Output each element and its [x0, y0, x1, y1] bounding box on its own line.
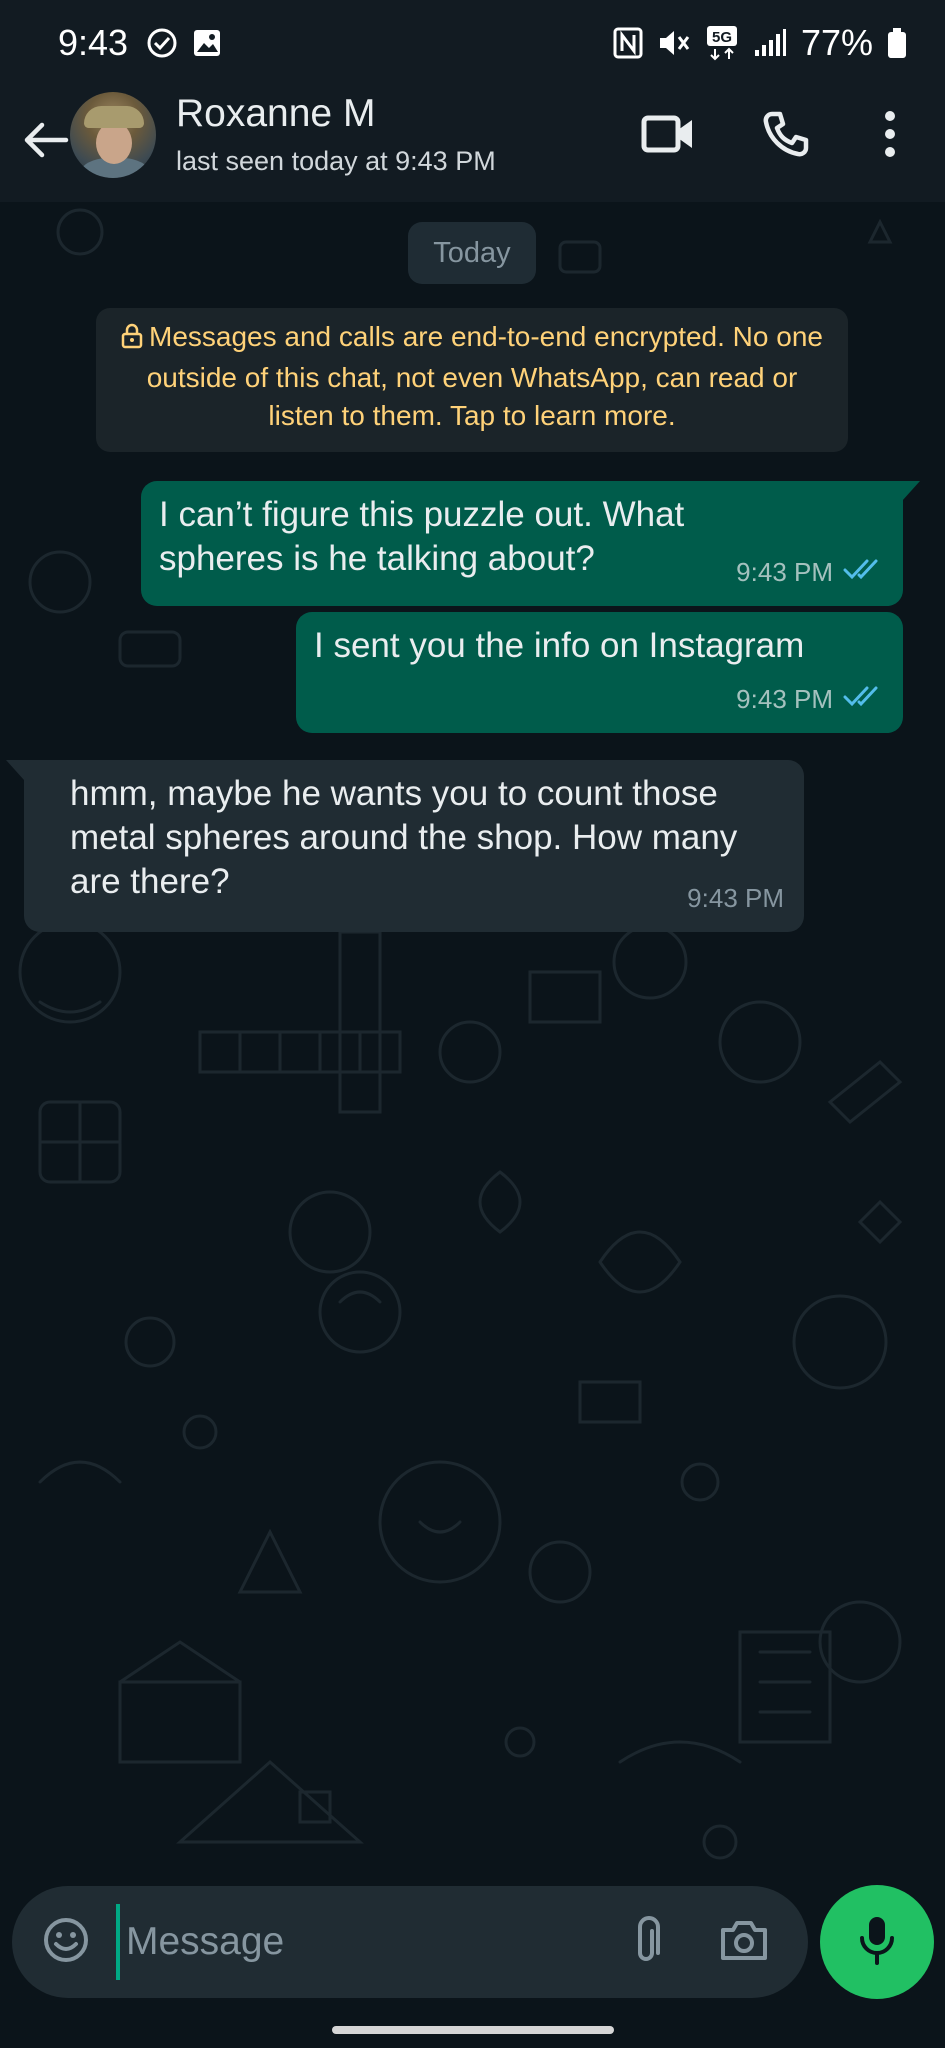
video-call-icon — [641, 114, 695, 159]
chat-screen: 9:43 5G 77% Roxanne M last seen today at… — [0, 0, 945, 2048]
message-text: I sent you the info on Instagram — [314, 626, 805, 665]
paperclip-icon — [632, 1915, 664, 1970]
contact-name[interactable]: Roxanne M — [176, 92, 375, 136]
mute-icon — [657, 28, 691, 58]
message-meta: 9:43 PM — [736, 550, 883, 594]
message-text: hmm, maybe he wants you to count those m… — [70, 774, 738, 901]
avatar[interactable] — [70, 92, 156, 178]
emoji-icon — [42, 1916, 90, 1969]
last-seen-status: last seen today at 9:43 PM — [176, 146, 496, 176]
message-meta: 9:43 PM — [687, 876, 784, 920]
message-composer — [12, 1886, 808, 1998]
video-call-button[interactable] — [636, 104, 700, 168]
message-input[interactable] — [116, 1904, 596, 1980]
battery-icon — [887, 27, 907, 59]
message-list[interactable]: Today Messages and calls are end-to-end … — [0, 202, 945, 1872]
bubble-tail — [6, 760, 24, 780]
back-arrow-icon — [22, 120, 70, 165]
bubble-tail — [902, 481, 920, 501]
camera-button[interactable] — [714, 1912, 774, 1972]
message-time: 9:43 PM — [736, 684, 833, 714]
message-time: 9:43 PM — [736, 557, 833, 587]
message-meta: 9:43 PM — [736, 677, 883, 721]
image-icon — [192, 28, 222, 58]
status-time: 9:43 — [58, 22, 129, 63]
voice-call-button[interactable] — [754, 104, 818, 168]
chat-wallpaper — [18, 208, 903, 1860]
date-chip: Today — [408, 222, 536, 284]
lock-icon — [121, 321, 143, 359]
voice-message-button[interactable] — [820, 1885, 934, 1999]
back-button[interactable] — [16, 112, 76, 172]
mic-icon — [857, 1914, 897, 1971]
nfc-icon — [613, 27, 643, 59]
more-vert-icon — [882, 110, 898, 163]
status-bar: 9:43 5G 77% — [0, 0, 945, 86]
5g-icon: 5G — [705, 25, 739, 61]
message-time: 9:43 PM — [687, 883, 784, 913]
encryption-notice[interactable]: Messages and calls are end-to-end encryp… — [96, 308, 848, 452]
chat-header: Roxanne M last seen today at 9:43 PM — [0, 86, 945, 202]
encryption-notice-text: Messages and calls are end-to-end encryp… — [146, 321, 823, 431]
outgoing-message[interactable]: I can’t figure this puzzle out. What sph… — [141, 481, 903, 606]
read-receipt-icon — [843, 550, 883, 594]
camera-icon — [719, 1918, 769, 1967]
attach-button[interactable] — [618, 1912, 678, 1972]
svg-text:5G: 5G — [712, 29, 732, 46]
incoming-message[interactable]: hmm, maybe he wants you to count those m… — [24, 760, 804, 932]
phone-icon — [762, 110, 810, 163]
signal-icon — [753, 28, 787, 58]
battery-percent: 77% — [800, 22, 873, 63]
emoji-button[interactable] — [36, 1912, 96, 1972]
outgoing-message[interactable]: I sent you the info on Instagram 9:43 PM — [296, 612, 903, 733]
read-receipt-icon — [843, 677, 883, 721]
menu-button[interactable] — [858, 104, 922, 168]
home-indicator[interactable] — [332, 2026, 614, 2034]
message-text: I can’t figure this puzzle out. What sph… — [159, 495, 685, 578]
check-circle-icon — [146, 27, 178, 59]
